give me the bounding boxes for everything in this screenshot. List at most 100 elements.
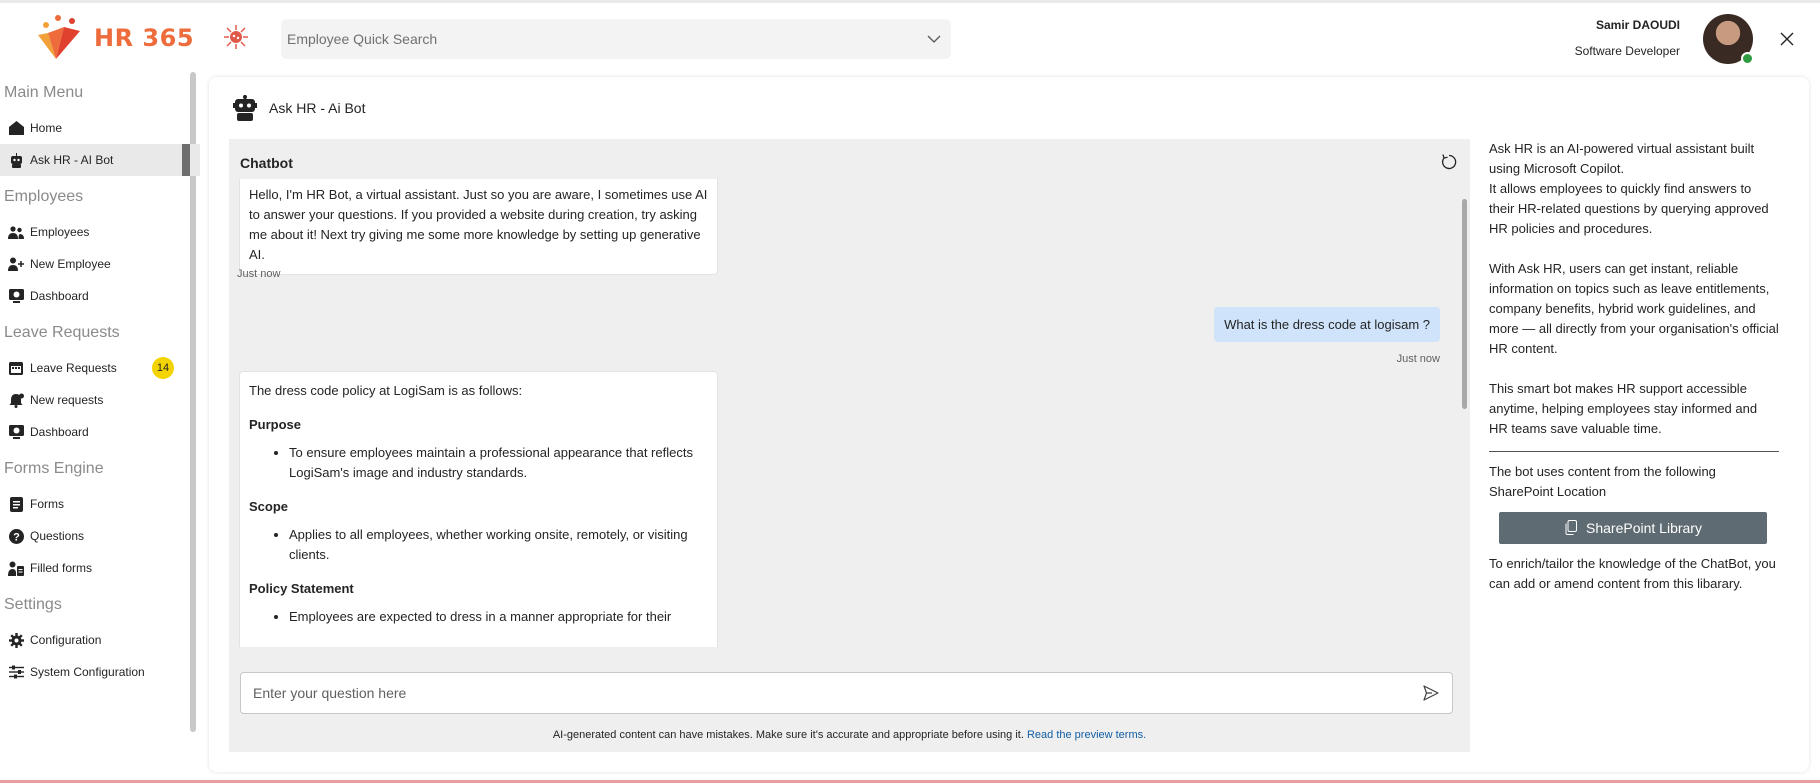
main-card: Ask HR - Ai Bot Chatbot Hello, I'm HR Bo… (209, 77, 1809, 772)
page-title: Ask HR - Ai Bot (269, 100, 366, 116)
divider (1489, 451, 1779, 452)
sidebar-item-label: Questions (30, 529, 85, 543)
chevron-down-icon[interactable] (923, 28, 945, 50)
sidebar-section-forms-engine: Forms Engine (4, 460, 104, 477)
top-bar: HR 365 Samir DAOUDI Software Developer (0, 0, 1820, 72)
user-message: What is the dress code at logisam ? (1214, 307, 1440, 342)
user-info: Samir DAOUDI Software Developer (1575, 18, 1680, 58)
info-features: With Ask HR, users can get instant, reli… (1489, 261, 1779, 356)
chat-scrollbar[interactable] (1462, 199, 1467, 409)
app-logo[interactable]: HR 365 (34, 13, 194, 63)
bot-message-answer: The dress code policy at LogiSam is as f… (239, 371, 718, 647)
presence-available-icon (1741, 52, 1754, 65)
svg-text:?: ? (13, 531, 20, 543)
refresh-button[interactable] (1440, 153, 1458, 171)
copy-icon (1564, 520, 1578, 536)
ai-disclaimer: AI-generated content can have mistakes. … (229, 729, 1470, 741)
sharepoint-library-label: SharePoint Library (1586, 520, 1702, 536)
bot-icon (233, 95, 257, 121)
leave-requests-count-badge: 14 (152, 357, 174, 379)
employee-search-input[interactable] (287, 31, 923, 47)
sidebar-item-ask-hr[interactable]: Ask HR - AI Bot (0, 144, 200, 176)
refresh-icon (1441, 154, 1457, 170)
answer-bullet: To ensure employees maintain a professio… (289, 443, 708, 483)
question-icon: ? (8, 528, 24, 544)
user-name: Samir DAOUDI (1595, 18, 1680, 32)
employee-search[interactable] (281, 19, 951, 59)
sidebar-section-main-menu: Main Menu (4, 84, 84, 101)
sidebar-item-label: New Employee (30, 257, 111, 271)
info-enrich: To enrich/tailor the knowledge of the Ch… (1489, 556, 1776, 591)
sidebar-item-filled-forms[interactable]: Filled forms (0, 552, 200, 584)
sidebar-item-label: Forms (30, 497, 64, 511)
message-timestamp: Just now (1396, 353, 1440, 365)
chat-input[interactable] (253, 685, 1420, 701)
sidebar-item-new-employee[interactable]: New Employee (0, 248, 200, 280)
close-icon (1780, 32, 1794, 46)
answer-heading-policy: Policy Statement (249, 581, 354, 596)
sidebar-item-home[interactable]: Home (0, 112, 200, 144)
sidebar-item-employees[interactable]: Employees (0, 216, 200, 248)
sidebar-item-system-configuration[interactable]: System Configuration (0, 656, 200, 688)
info-pane: Ask HR is an AI-powered virtual assistan… (1489, 139, 1779, 594)
dashboard-icon (8, 424, 24, 440)
message-text: What is the dress code at logisam ? (1224, 317, 1430, 332)
answer-bullet: Employees are expected to dress in a man… (289, 607, 708, 627)
user-role: Software Developer (1574, 44, 1680, 58)
message-timestamp: Just now (237, 268, 281, 280)
send-icon (1423, 685, 1439, 701)
sidebar-item-label: Ask HR - AI Bot (30, 153, 114, 167)
chat-title: Chatbot (240, 155, 293, 171)
chat-transcript[interactable]: Hello, I'm HR Bot, a virtual assistant. … (229, 179, 1462, 647)
sidebar-item-label: Home (30, 121, 63, 135)
sidebar-item-label: Filled forms (30, 561, 93, 575)
sidebar-item-employee-dashboard[interactable]: Dashboard (0, 280, 200, 312)
sidebar-item-questions[interactable]: ? Questions (0, 520, 200, 552)
sidebar-section-leave-requests: Leave Requests (4, 324, 120, 341)
preview-terms-link[interactable]: Read the preview terms. (1027, 729, 1146, 741)
bot-icon (8, 152, 24, 168)
sidebar-item-forms[interactable]: Forms (0, 488, 200, 520)
sidebar-item-label: New requests (30, 393, 104, 407)
answer-intro: The dress code policy at LogiSam is as f… (249, 383, 523, 398)
page-header: Ask HR - Ai Bot (233, 95, 365, 121)
chat-input-box[interactable] (240, 672, 1453, 714)
gear-icon (8, 632, 24, 648)
answer-heading-scope: Scope (249, 499, 289, 514)
sidebar-item-label: Configuration (30, 633, 102, 647)
form-icon (8, 496, 24, 512)
answer-heading-purpose: Purpose (249, 417, 302, 432)
disclaimer-text: AI-generated content can have mistakes. … (552, 729, 1024, 741)
info-source: The bot uses content from the following … (1489, 464, 1716, 499)
chat-panel: Chatbot Hello, I'm HR Bot, a virtual ass… (229, 139, 1470, 752)
info-benefits: This smart bot makes HR support accessib… (1489, 381, 1758, 436)
sidebar-item-new-requests[interactable]: New requests (0, 384, 200, 416)
answer-bullet: Applies to all employees, whether workin… (289, 525, 708, 565)
sidebar-section-employees: Employees (4, 188, 84, 205)
close-button[interactable] (1776, 28, 1798, 50)
send-button[interactable] (1420, 682, 1442, 704)
sidebar-item-label: System Configuration (30, 665, 145, 679)
home-icon (8, 120, 24, 136)
sharepoint-library-button[interactable]: SharePoint Library (1499, 512, 1767, 544)
sidebar-item-leave-requests[interactable]: Leave Requests 14 (0, 352, 200, 384)
bell-icon (8, 392, 24, 408)
info-intro: Ask HR is an AI-powered virtual assistan… (1489, 141, 1769, 236)
sidebar-item-label: Leave Requests (30, 361, 117, 375)
sidebar-item-label: Dashboard (30, 425, 89, 439)
person-add-icon (8, 256, 24, 272)
dashboard-icon (8, 288, 24, 304)
sidebar-item-configuration[interactable]: Configuration (0, 624, 200, 656)
virus-icon[interactable] (222, 23, 250, 51)
message-text: Hello, I'm HR Bot, a virtual assistant. … (249, 187, 708, 262)
person-doc-icon (8, 560, 24, 576)
calendar-icon (8, 360, 24, 376)
sidebar-item-leave-dashboard[interactable]: Dashboard (0, 416, 200, 448)
sidebar-section-settings: Settings (4, 596, 62, 613)
avatar[interactable] (1703, 14, 1754, 65)
bot-message-welcome: Hello, I'm HR Bot, a virtual assistant. … (239, 179, 718, 275)
logo-mark-icon (34, 13, 90, 63)
sidebar-item-label: Employees (30, 225, 90, 239)
sidebar: Main Menu Home Ask HR - AI Bot Employees… (0, 72, 200, 783)
sliders-icon (8, 664, 24, 680)
